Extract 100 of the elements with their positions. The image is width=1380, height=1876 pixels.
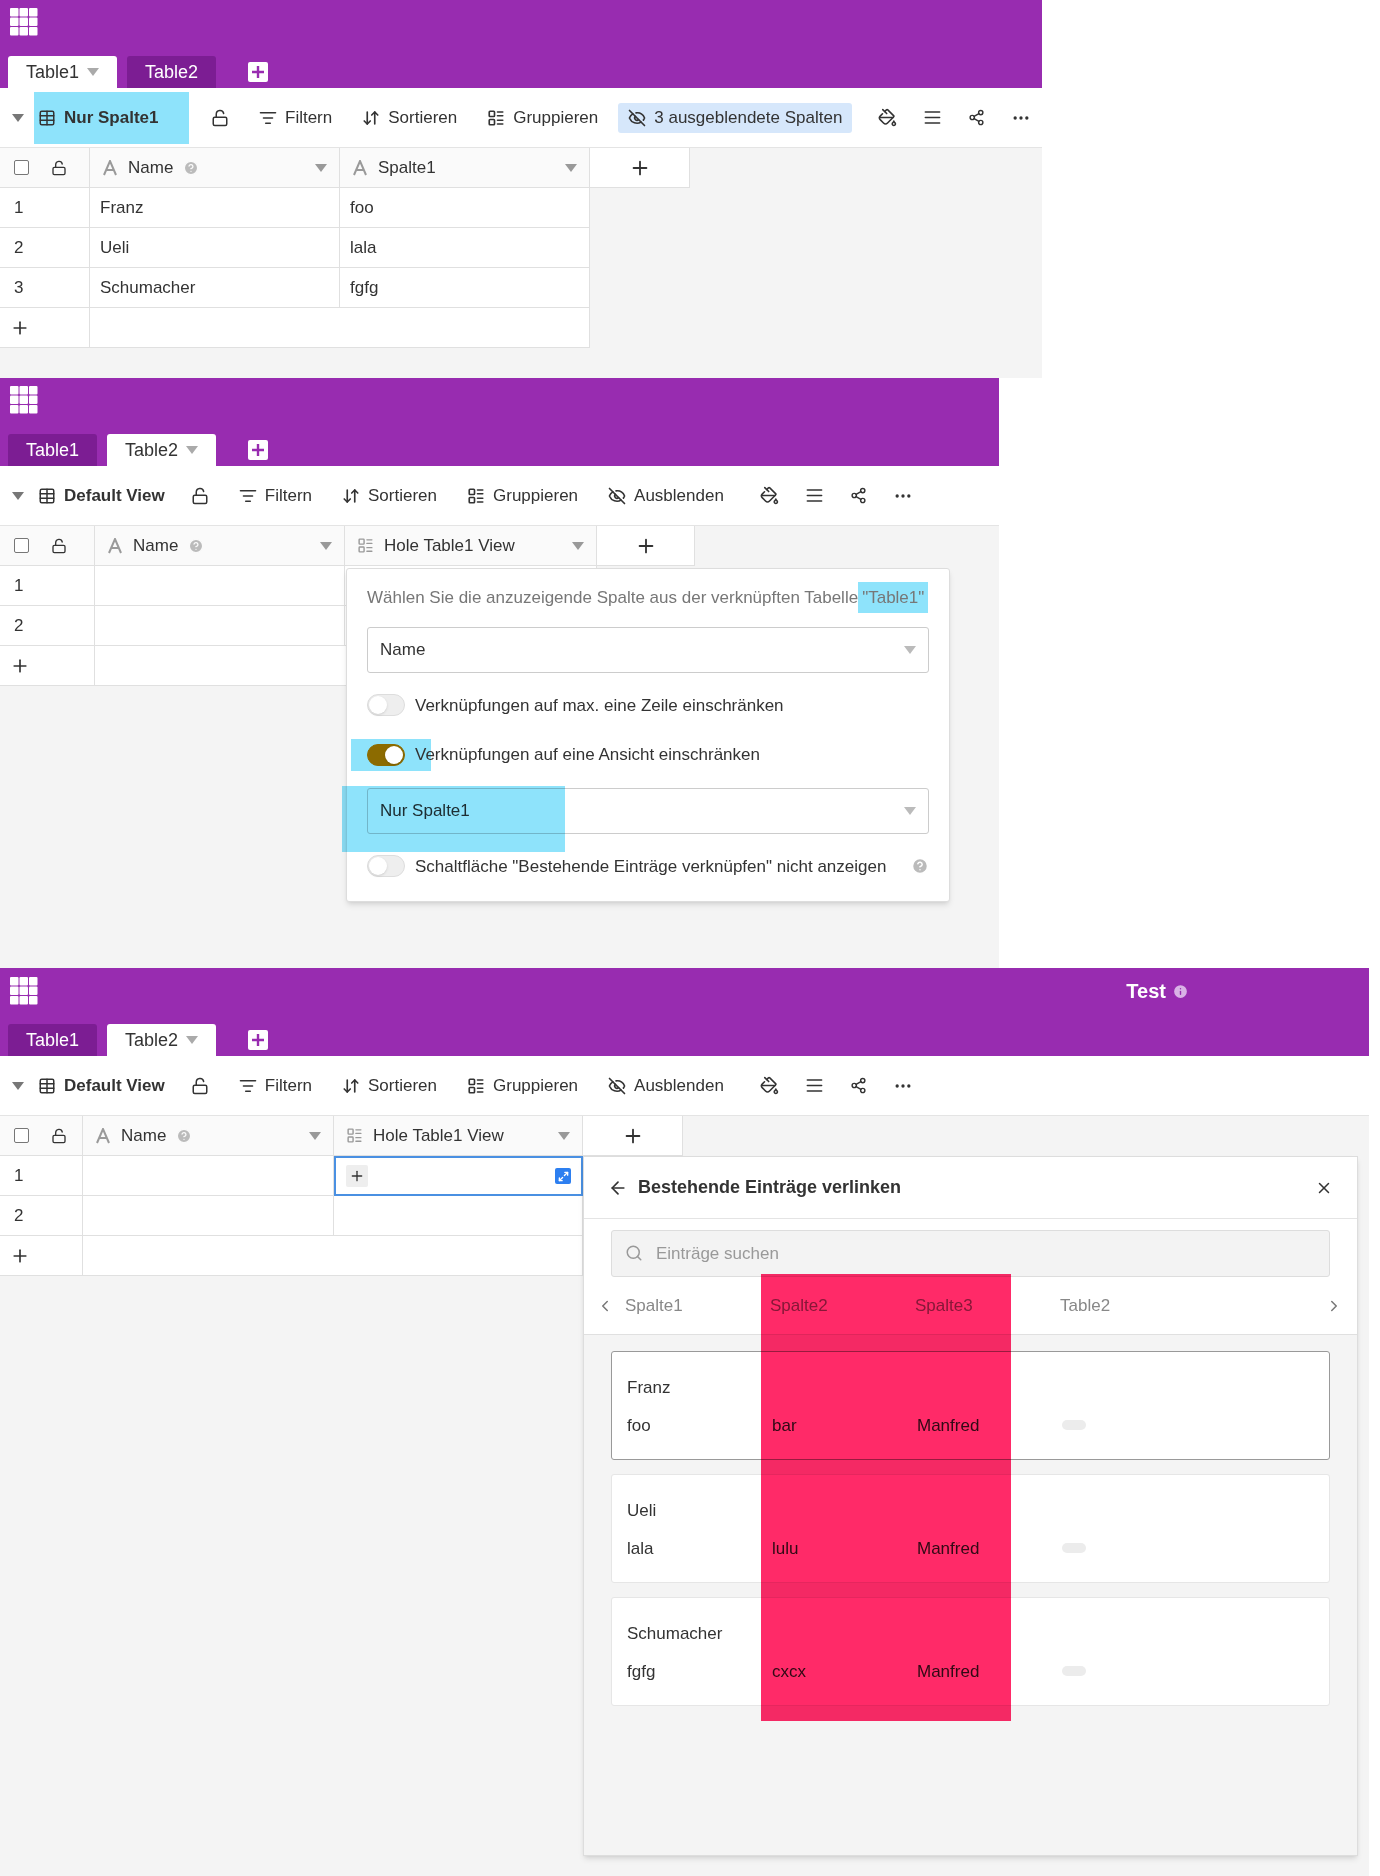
lock-icon[interactable] (190, 486, 209, 505)
column-label: Spalte2 (770, 1294, 829, 1317)
search-field[interactable]: Einträge suchen (611, 1230, 1330, 1277)
apps-grid-icon[interactable] (10, 386, 38, 414)
apps-grid-icon[interactable] (10, 977, 38, 1005)
view-selector[interactable]: Default View (38, 482, 165, 509)
toolbar-button[interactable]: Gruppieren (487, 102, 599, 133)
toolbar-button[interactable]: Filtern (259, 102, 333, 133)
toolbar-button[interactable]: Gruppieren (467, 480, 579, 511)
table-cell[interactable]: Schumacher (90, 268, 340, 308)
add-table-icon[interactable] (248, 1030, 269, 1050)
select-all-checkbox[interactable] (14, 1128, 29, 1143)
select-all-checkbox[interactable] (14, 160, 29, 175)
table-grid-icon (38, 1076, 56, 1095)
column-name: Spalte1 (378, 156, 436, 179)
caret-icon (565, 163, 577, 172)
toolbar-button[interactable]: Sortieren (362, 102, 458, 133)
cell-text: Franz (100, 196, 144, 219)
collapse-caret-icon (12, 1081, 24, 1090)
toolbar-button[interactable]: Filtern (238, 480, 312, 511)
row-height-icon[interactable] (804, 486, 824, 505)
column-header[interactable]: Spalte1 (340, 148, 590, 188)
lock-icon[interactable] (51, 1127, 67, 1144)
table-tab[interactable]: Table1 (8, 1024, 98, 1056)
column-header[interactable]: Name (95, 526, 345, 566)
paint-bucket-icon[interactable] (759, 1076, 779, 1095)
table-cell[interactable]: foo (340, 188, 590, 228)
add-table-icon[interactable] (248, 440, 269, 460)
column-name: Hole Table1 View (373, 1124, 504, 1147)
column-header[interactable]: Hole Table1 View (334, 1116, 583, 1156)
table-tab[interactable]: Table2 (107, 1024, 217, 1056)
caret-icon (572, 541, 584, 550)
column-label: Table2 (1060, 1294, 1112, 1317)
row-number: 2 (14, 614, 24, 637)
collapse-caret-icon (12, 113, 24, 122)
paint-bucket-icon[interactable] (759, 486, 779, 505)
lock-icon[interactable] (211, 108, 229, 127)
share-icon[interactable] (968, 109, 986, 126)
table-tab[interactable]: Table1 (8, 434, 98, 466)
search-icon (625, 1244, 643, 1262)
lock-icon[interactable] (51, 537, 67, 554)
text-type-icon (352, 159, 368, 176)
toolbar-button[interactable]: Filtern (238, 1070, 312, 1101)
view-selector[interactable]: Nur Spalte1 (34, 91, 189, 144)
table-cell[interactable]: lala (340, 228, 590, 268)
lock-icon[interactable] (190, 1076, 209, 1095)
table-cell[interactable]: fgfg (340, 268, 590, 308)
caret-icon (315, 163, 327, 172)
record-value: Manfred (917, 1414, 980, 1437)
expand-icon[interactable] (555, 1168, 571, 1184)
toggle-label: Schaltfläche "Bestehende Einträge verknüpfen" nicht anzeigen (415, 855, 887, 878)
caret-icon (904, 806, 916, 815)
share-icon[interactable] (849, 487, 867, 504)
table-cell[interactable]: Ueli (90, 228, 340, 268)
info-icon[interactable] (1172, 982, 1189, 1000)
column-name: Name (128, 156, 174, 179)
cell-text: lala (350, 236, 377, 259)
toolbar-button[interactable]: Sortieren (342, 480, 437, 511)
share-icon[interactable] (849, 1077, 867, 1094)
select-all-checkbox[interactable] (14, 538, 29, 553)
row-number: 3 (14, 276, 24, 299)
toggle-label: Verknüpfungen auf eine Ansicht einschränken (415, 744, 760, 766)
record-value: fgfg (627, 1660, 656, 1683)
eye-off-icon (608, 1076, 627, 1095)
column-name: Name (133, 534, 179, 557)
record-value: foo (627, 1414, 651, 1437)
record-title: Franz (627, 1376, 672, 1399)
column-header[interactable]: Name (90, 148, 340, 188)
column-header[interactable]: Name (83, 1116, 334, 1156)
add-table-icon[interactable] (248, 62, 269, 82)
record-value: lulu (772, 1537, 799, 1560)
table-tab[interactable]: Table1 (8, 56, 118, 88)
row-height-icon[interactable] (923, 108, 943, 127)
toolbar-button[interactable]: Ausblenden (608, 1070, 724, 1101)
apps-grid-icon[interactable] (10, 8, 38, 36)
table-cell[interactable]: Franz (90, 188, 340, 228)
column-header[interactable]: Hole Table1 View (345, 526, 597, 566)
plus-icon (349, 1168, 365, 1184)
sort-icon (362, 108, 381, 127)
toolbar-button[interactable]: Gruppieren (467, 1070, 579, 1101)
toolbar-button[interactable]: Ausblenden (608, 480, 724, 511)
toolbar-button[interactable]: 3 ausgeblendete Spalten (618, 102, 853, 133)
dropdown-select[interactable]: Name (367, 626, 929, 673)
row-number: 2 (14, 236, 24, 259)
view-selector[interactable]: Default View (38, 1072, 165, 1099)
lock-icon[interactable] (51, 159, 67, 176)
table-cell[interactable] (334, 1156, 583, 1196)
toggle-switch[interactable] (367, 743, 405, 766)
table-tab[interactable]: Table2 (127, 56, 217, 88)
toolbar-button[interactable]: Sortieren (342, 1070, 437, 1101)
caret-icon (320, 541, 332, 550)
popup-description: Wählen Sie die anzuzeigende Spalte aus der verknüpften Tabelle "Table1" (367, 585, 941, 611)
row-number: 2 (14, 1204, 24, 1227)
add-link-button[interactable] (346, 1165, 368, 1187)
row-number: 1 (14, 574, 24, 597)
text-type-icon (107, 537, 123, 554)
sort-icon (342, 486, 360, 505)
paint-bucket-icon[interactable] (878, 108, 898, 127)
row-height-icon[interactable] (804, 1076, 824, 1095)
table-tab[interactable]: Table2 (107, 434, 217, 466)
